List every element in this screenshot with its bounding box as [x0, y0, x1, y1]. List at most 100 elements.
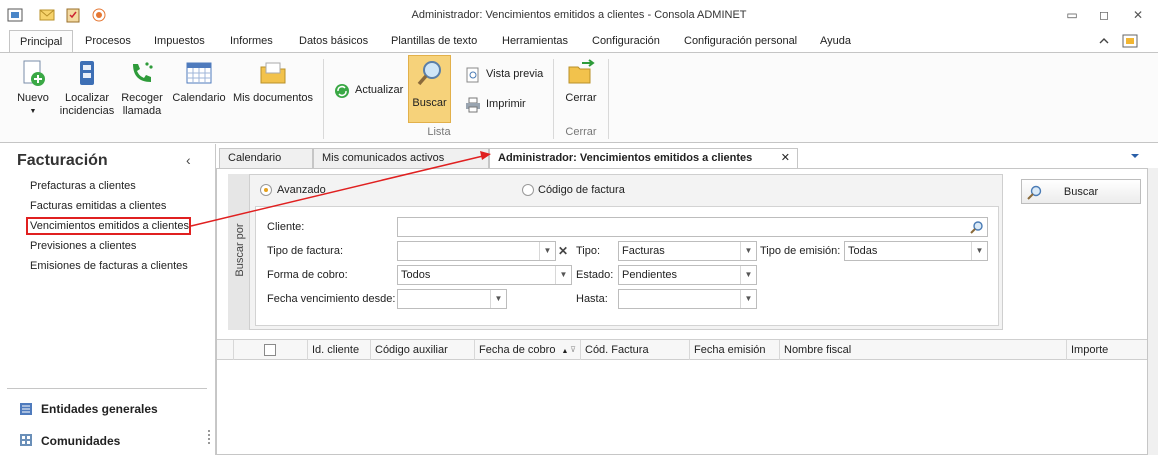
localizar-incidencias-button[interactable]: Localizar incidencias [56, 58, 118, 118]
sidebar-collapse-button[interactable]: ‹ [186, 152, 191, 168]
imprimir-label: Imprimir [486, 98, 526, 110]
search-icon[interactable] [970, 220, 984, 234]
tab-configuracion-personal[interactable]: Configuración personal [674, 30, 807, 52]
chevron-down-icon[interactable]: ▼ [555, 266, 571, 284]
close-tab-icon[interactable]: ✕ [781, 149, 790, 168]
ribbon: Nuevo ▼ Localizar incidencias Recoger ll… [0, 52, 1158, 143]
ribbon-separator [608, 59, 609, 139]
actualizar-button[interactable]: Actualizar [332, 81, 404, 101]
doc-tab-calendario[interactable]: Calendario [219, 148, 313, 168]
search-side-bar: Buscar por [228, 174, 250, 330]
tipo-emision-label: Tipo de emisión: [760, 245, 841, 257]
collapse-ribbon-icon[interactable] [1098, 35, 1110, 47]
entities-icon [20, 403, 32, 415]
grid-col-nombre-fiscal[interactable]: Nombre fiscal [780, 340, 1067, 360]
grid-select-all-col[interactable] [234, 340, 308, 360]
localizar-label: Localizar incidencias [59, 92, 115, 117]
preview-icon [466, 67, 479, 83]
buscar-ribbon-label: Buscar [412, 97, 447, 109]
minimize-button[interactable]: ▭ [1060, 6, 1084, 24]
grid-col-codigo-auxiliar[interactable]: Código auxiliar [371, 340, 475, 360]
chevron-down-icon[interactable]: ▼ [740, 242, 756, 260]
mis-documentos-label: Mis documentos [232, 92, 314, 104]
ribbon-separator [323, 59, 324, 139]
grid-indicator-col [217, 340, 234, 360]
grid-col-fecha-emision[interactable]: Fecha emisión [690, 340, 780, 360]
tipo-emision-select[interactable]: Todas ▼ [844, 241, 988, 261]
tab-datos-basicos[interactable]: Datos básicos [289, 30, 378, 52]
sidebar-item-facturas-emitidas[interactable]: Facturas emitidas a clientes [30, 200, 166, 212]
app-options-icon[interactable] [1122, 33, 1138, 49]
tipo-select[interactable]: Facturas ▼ [618, 241, 757, 261]
nav-group-comunidades[interactable]: Comunidades [41, 434, 120, 448]
imprimir-button[interactable]: Imprimir [463, 95, 535, 115]
magnifier-icon [417, 61, 441, 86]
tab-principal[interactable]: Principal [9, 30, 74, 53]
mis-documentos-button[interactable]: Mis documentos [232, 58, 314, 105]
clear-icon[interactable]: ✕ [558, 244, 568, 258]
vista-previa-button[interactable]: Vista previa [463, 65, 545, 85]
estado-select[interactable]: Pendientes ▼ [618, 265, 757, 285]
nuevo-button[interactable]: Nuevo ▼ [10, 58, 56, 118]
grid-col-importe[interactable]: Importe [1067, 340, 1147, 360]
grid-col-id-cliente[interactable]: Id. cliente [308, 340, 371, 360]
exit-folder-icon [568, 59, 595, 84]
fecha-desde-input[interactable]: ▼ [397, 289, 507, 309]
vertical-scrollbar[interactable] [1148, 168, 1158, 455]
sidebar-grip[interactable] [208, 430, 211, 444]
radio-codigo-factura[interactable] [522, 184, 534, 196]
fecha-desde-label: Fecha vencimiento desde: [267, 293, 396, 305]
radio-avanzado[interactable] [260, 184, 272, 196]
tab-ayuda[interactable]: Ayuda [810, 30, 861, 52]
grid-col-fecha-cobro[interactable]: Fecha de cobro ▲ ⊽ [475, 340, 581, 360]
close-window-button[interactable]: ✕ [1126, 6, 1150, 24]
tab-informes[interactable]: Informes [220, 30, 283, 52]
communities-icon [20, 434, 32, 446]
sidebar-item-previsiones[interactable]: Previsiones a clientes [30, 240, 136, 252]
select-all-checkbox[interactable] [264, 344, 276, 356]
recoger-llamada-button[interactable]: Recoger llamada [118, 58, 166, 118]
tab-procesos[interactable]: Procesos [75, 30, 141, 52]
chevron-down-icon[interactable]: ▼ [740, 266, 756, 284]
tabs-dropdown-icon[interactable] [1130, 152, 1140, 160]
cliente-input[interactable] [397, 217, 988, 237]
forma-cobro-value: Todos [401, 269, 431, 281]
sidebar-item-emisiones[interactable]: Emisiones de facturas a clientes [30, 260, 188, 272]
forma-cobro-select[interactable]: Todos ▼ [397, 265, 572, 285]
doc-tab-vencimientos-label: Administrador: Vencimientos emitidos a c… [498, 152, 753, 164]
tab-plantillas[interactable]: Plantillas de texto [381, 30, 487, 52]
buscar-button[interactable]: Buscar [1021, 179, 1141, 204]
phone-icon [133, 62, 153, 82]
nav-group-entidades[interactable]: Entidades generales [41, 402, 158, 416]
nuevo-label: Nuevo [17, 92, 49, 104]
tab-configuracion[interactable]: Configuración [582, 30, 670, 52]
group-label-lista: Lista [427, 126, 451, 138]
vista-previa-label: Vista previa [486, 68, 544, 80]
chevron-down-icon[interactable]: ▼ [490, 290, 506, 308]
chevron-down-icon[interactable]: ▼ [539, 242, 555, 260]
filter-icon[interactable]: ⊽ [570, 340, 576, 360]
tipo-factura-select[interactable]: ▼ [397, 241, 556, 261]
doc-tab-comunicados[interactable]: Mis comunicados activos [313, 148, 489, 168]
cerrar-button[interactable]: Cerrar [558, 58, 604, 105]
sidebar-item-prefacturas[interactable]: Prefacturas a clientes [30, 180, 136, 192]
chevron-down-icon[interactable]: ▼ [971, 242, 987, 260]
title-bar: Administrador: Vencimientos emitidos a c… [0, 0, 1158, 30]
chevron-down-icon[interactable]: ▼ [740, 290, 756, 308]
printer-icon [466, 97, 480, 113]
ribbon-tabs: Principal Procesos Impuestos Informes Da… [0, 30, 1158, 53]
window-title: Administrador: Vencimientos emitidos a c… [411, 9, 747, 21]
highlight-box [26, 217, 191, 235]
tab-impuestos[interactable]: Impuestos [144, 30, 215, 52]
nuevo-dropdown-icon: ▼ [29, 108, 37, 115]
sidebar: Facturación ‹ Prefacturas a clientes Fac… [0, 144, 216, 455]
calendario-button[interactable]: Calendario [170, 58, 228, 105]
hasta-label: Hasta: [576, 293, 608, 305]
doc-tab-vencimientos[interactable]: Administrador: Vencimientos emitidos a c… [489, 148, 798, 169]
buscar-ribbon-button[interactable]: Buscar [408, 55, 451, 123]
tab-herramientas[interactable]: Herramientas [492, 30, 578, 52]
hasta-input[interactable]: ▼ [618, 289, 757, 309]
maximize-button[interactable]: ◻ [1092, 6, 1116, 24]
tipo-value: Facturas [622, 245, 665, 257]
grid-col-cod-factura[interactable]: Cód. Factura [581, 340, 690, 360]
